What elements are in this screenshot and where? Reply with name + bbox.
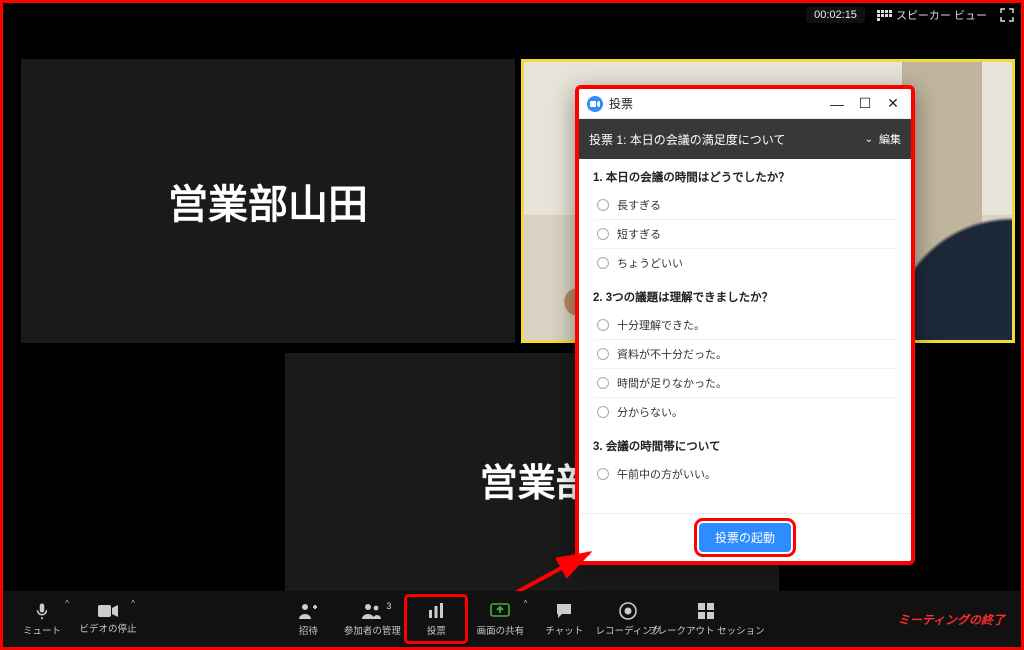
radio-icon: [597, 348, 609, 360]
poll-option[interactable]: 午前中の方がいい。: [593, 460, 897, 488]
poll-option[interactable]: 長すぎる: [593, 191, 897, 220]
question-title: 3. 会議の時間帯について: [593, 438, 897, 454]
minimize-button[interactable]: —: [823, 90, 851, 118]
mute-button[interactable]: ^ ミュート: [11, 595, 73, 643]
poll-question: 3. 会議の時間帯について 午前中の方がいい。: [593, 438, 897, 488]
breakout-rooms-button[interactable]: ブレークアウト セッション: [661, 595, 751, 643]
poll-body: 1. 本日の会議の時間はどうでしたか？ 長すぎる 短すぎる ちょうどいい 2. …: [579, 159, 911, 513]
meeting-timer: 00:02:15: [806, 7, 865, 23]
fullscreen-button[interactable]: [999, 7, 1015, 23]
radio-icon: [597, 199, 609, 211]
poll-option[interactable]: 時間が足りなかった。: [593, 369, 897, 398]
speaker-view-label: スピーカー ビュー: [896, 7, 987, 23]
poll-option[interactable]: 資料が不十分だった。: [593, 340, 897, 369]
invite-button[interactable]: 招待: [277, 595, 339, 643]
radio-icon: [597, 228, 609, 240]
poll-window-title: 投票: [609, 95, 823, 112]
radio-icon: [597, 257, 609, 269]
poll-option[interactable]: 十分理解できた。: [593, 311, 897, 340]
chevron-up-icon: ^: [65, 599, 69, 608]
speaker-view-button[interactable]: スピーカー ビュー: [871, 5, 993, 25]
chevron-up-icon: ^: [524, 599, 528, 608]
polls-button[interactable]: 投票: [405, 595, 467, 643]
stop-video-button[interactable]: ^ ビデオの停止: [77, 595, 139, 643]
participant-count: 3: [386, 601, 391, 611]
radio-icon: [597, 319, 609, 331]
poll-name: 投票 1: 本日の会議の満足度について: [589, 131, 859, 148]
poll-window: 投票 — ☐ ✕ 投票 1: 本日の会議の満足度について ⌄ 編集 1. 本日の…: [575, 85, 915, 565]
poll-option[interactable]: 短すぎる: [593, 220, 897, 249]
poll-footer: 投票の起動: [579, 513, 911, 561]
participant-name: 営業部山田: [168, 172, 368, 230]
share-screen-button[interactable]: ^ 画面の共有: [469, 595, 531, 643]
zoom-meeting-window: 00:02:15 スピーカー ビュー 営業部山田 営業部鈴: 投票: [0, 0, 1024, 650]
video-stage: 営業部山田 営業部鈴: 投票 — ☐ ✕ 投票 1:: [3, 27, 1021, 647]
question-title: 2. 3つの議題は理解できましたか？: [593, 289, 897, 305]
question-title: 1. 本日の会議の時間はどうでしたか？: [593, 169, 897, 185]
poll-option[interactable]: ちょうどいい: [593, 249, 897, 277]
chat-button[interactable]: チャット: [533, 595, 595, 643]
chevron-up-icon: ^: [131, 599, 135, 608]
maximize-button[interactable]: ☐: [851, 90, 879, 118]
radio-icon: [597, 377, 609, 389]
edit-poll-button[interactable]: 編集: [879, 131, 901, 147]
top-bar: 00:02:15 スピーカー ビュー: [3, 3, 1021, 27]
poll-option[interactable]: 分からない。: [593, 398, 897, 426]
meeting-toolbar: ^ ミュート ^ ビデオの停止 招待 3 参加者の管理 投票: [3, 591, 1021, 647]
close-button[interactable]: ✕: [879, 90, 907, 118]
chevron-down-icon[interactable]: ⌄: [865, 134, 873, 145]
participant-tile[interactable]: 営業部山田: [21, 59, 515, 343]
poll-question: 2. 3つの議題は理解できましたか？ 十分理解できた。 資料が不十分だった。 時…: [593, 289, 897, 426]
gallery-grid-icon: [877, 10, 892, 21]
poll-header: 投票 1: 本日の会議の満足度について ⌄ 編集: [579, 119, 911, 159]
poll-titlebar: 投票 — ☐ ✕: [579, 89, 911, 119]
radio-icon: [597, 406, 609, 418]
radio-icon: [597, 468, 609, 480]
zoom-logo-icon: [587, 96, 603, 112]
manage-participants-button[interactable]: 3 参加者の管理: [341, 595, 403, 643]
poll-question: 1. 本日の会議の時間はどうでしたか？ 長すぎる 短すぎる ちょうどいい: [593, 169, 897, 277]
launch-poll-button[interactable]: 投票の起動: [699, 523, 791, 552]
end-meeting-button[interactable]: ミーティングの終了: [890, 611, 1013, 628]
